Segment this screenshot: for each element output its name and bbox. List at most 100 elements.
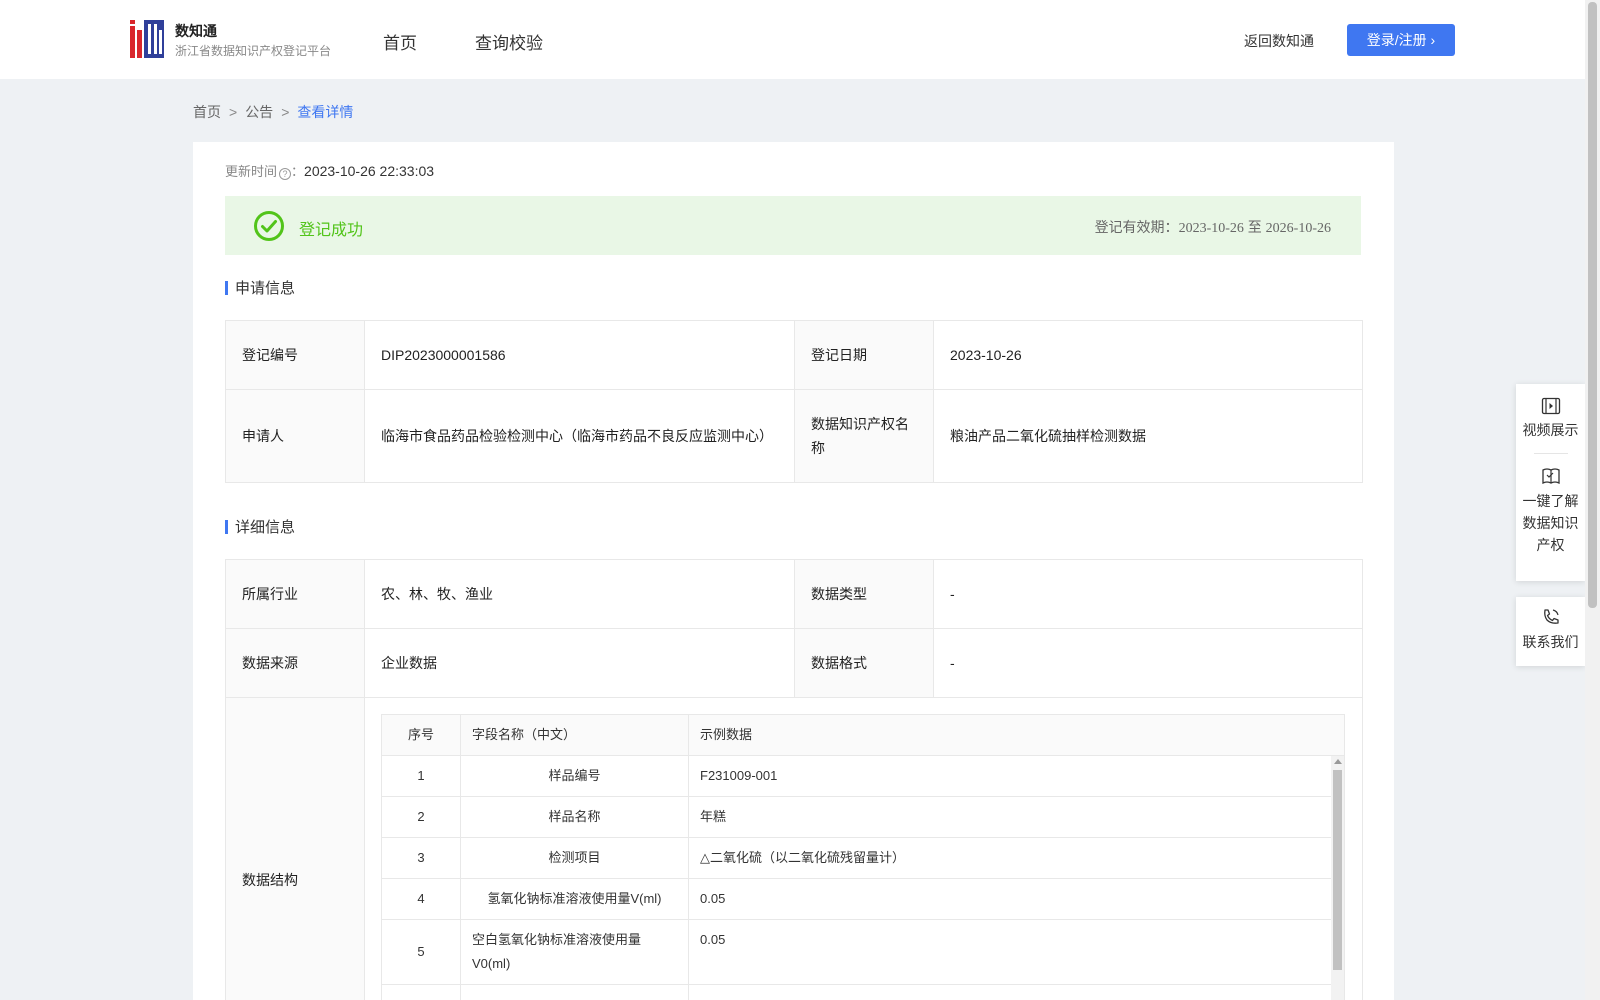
- data-type-value: -: [933, 559, 1363, 629]
- table-row: 4 氢氧化钠标准溶液使用量V(ml) 0.05: [381, 878, 1345, 920]
- table-row: 登记编号 DIP2023000001586 登记日期 2023-10-26: [225, 320, 1363, 390]
- phone-icon: [1543, 609, 1559, 624]
- table-row: 1 样品编号 F231009-001: [381, 755, 1345, 797]
- data-structure-table: 序号 字段名称（中文） 示例数据 1 样品编号 F231009-001 2 样品…: [381, 714, 1345, 1000]
- breadcrumb-separator: >: [229, 104, 238, 120]
- page-scrollbar-thumb[interactable]: [1588, 2, 1597, 608]
- detail-info-title: 详细信息: [225, 516, 295, 537]
- apply-info-title: 申请信息: [225, 277, 295, 298]
- row-field: 空白氢氧化钠标准溶液使用量V0(ml): [460, 919, 689, 985]
- row-field: 氢氧化钠标准溶液使用量V(ml): [460, 878, 689, 920]
- row-example: 0.05: [688, 878, 1345, 920]
- industry-value: 农、林、牧、渔业: [364, 559, 795, 629]
- brand-subtitle: 浙江省数据知识产权登记平台: [175, 44, 332, 58]
- col-header-example: 示例数据: [688, 714, 1345, 756]
- question-icon[interactable]: ?: [279, 168, 292, 180]
- update-time-colon: ：: [291, 164, 305, 179]
- reg-no-label: 登记编号: [225, 320, 365, 390]
- apply-info-table: 登记编号 DIP2023000001586 登记日期 2023-10-26 申请…: [225, 320, 1363, 483]
- book-icon: [1541, 468, 1560, 485]
- scroll-up-arrow-icon[interactable]: [1334, 759, 1342, 764]
- breadcrumb: 首页 > 公告 > 查看详情: [193, 102, 353, 122]
- table-row: 5 空白氢氧化钠标准溶液使用量V0(ml) 0.05: [381, 919, 1345, 985]
- back-to-shuzhitong-link[interactable]: 返回数知通: [1244, 31, 1314, 51]
- reg-date-value: 2023-10-26: [933, 320, 1363, 390]
- validity-period: 登记有效期：2023-10-26 至 2026-10-26: [1095, 217, 1331, 237]
- breadcrumb-announcement[interactable]: 公告: [245, 104, 273, 120]
- divider: [1533, 453, 1568, 454]
- row-field: 样品编号: [460, 755, 689, 797]
- site-logo[interactable]: [130, 20, 164, 58]
- table-row: 所属行业 农、林、牧、渔业 数据类型 -: [225, 559, 1363, 629]
- video-icon: [1541, 397, 1560, 415]
- ip-name-label: 数据知识产权名称: [794, 389, 934, 483]
- update-time-value: 2023-10-26 22:33:03: [304, 163, 435, 179]
- row-field: 样品名称: [460, 796, 689, 838]
- reg-date-label: 登记日期: [794, 320, 934, 390]
- table-row: 2 样品名称 年糕: [381, 796, 1345, 838]
- ip-name-value: 粮油产品二氧化硫抽样检测数据: [933, 389, 1363, 483]
- breadcrumb-home[interactable]: 首页: [193, 104, 221, 120]
- reg-no-value: DIP2023000001586: [364, 320, 795, 390]
- row-field: [460, 984, 689, 1000]
- float-panel-bottom: 联系我们: [1516, 597, 1585, 666]
- learn-ip-button[interactable]: 一键了解数据知识产权: [1516, 466, 1585, 556]
- status-banner: 登记成功 登记有效期：2023-10-26 至 2026-10-26: [225, 196, 1361, 255]
- table-row: 6: [381, 984, 1345, 1000]
- check-circle-icon: [254, 211, 284, 241]
- update-time-label: 更新时间: [225, 164, 278, 179]
- col-header-no: 序号: [381, 714, 461, 756]
- login-register-button[interactable]: 登录/注册 ›: [1347, 24, 1455, 56]
- data-type-label: 数据类型: [794, 559, 934, 629]
- table-header-row: 序号 字段名称（中文） 示例数据: [381, 714, 1345, 756]
- table-row: 申请人 临海市食品药品检验检测中心（临海市药品不良反应监测中心） 数据知识产权名…: [225, 389, 1363, 483]
- nav-home[interactable]: 首页: [383, 29, 417, 54]
- nav-query-verify[interactable]: 查询校验: [475, 29, 543, 54]
- validity-from: 2023-10-26: [1178, 221, 1244, 236]
- row-example: △二氧化硫（以二氧化硫残留量计）: [688, 837, 1345, 879]
- brand-name: 数知通: [175, 23, 217, 39]
- row-no: 1: [381, 755, 461, 797]
- row-example: 年糕: [688, 796, 1345, 838]
- data-source-label: 数据来源: [225, 628, 365, 698]
- learn-ip-label: 一键了解数据知识产权: [1522, 493, 1579, 553]
- scrollbar-thumb[interactable]: [1333, 770, 1342, 970]
- detail-card: 更新时间? ：2023-10-26 22:33:03 登记成功 登记有效期：202…: [193, 142, 1394, 1000]
- applicant-value: 临海市食品药品检验检测中心（临海市药品不良反应监测中心）: [364, 389, 795, 483]
- row-no: 3: [381, 837, 461, 879]
- data-structure-label: 数据结构: [225, 697, 365, 1000]
- data-format-value: -: [933, 628, 1363, 698]
- row-no: 2: [381, 796, 461, 838]
- data-format-label: 数据格式: [794, 628, 934, 698]
- contact-label: 联系我们: [1522, 634, 1579, 650]
- contact-us-button[interactable]: 联系我们: [1516, 607, 1585, 653]
- top-header: 数知通 浙江省数据知识产权登记平台 首页 查询校验 返回数知通 登录/注册 ›: [0, 0, 1585, 79]
- page-scrollbar[interactable]: [1585, 0, 1600, 1000]
- row-example: [688, 984, 1345, 1000]
- breadcrumb-current: 查看详情: [297, 104, 354, 120]
- industry-label: 所属行业: [225, 559, 365, 629]
- row-example: 0.05: [688, 919, 1345, 985]
- table-row: 数据结构 序号 字段名称（中文） 示例数据 1 样品编号 F231009-001…: [225, 697, 1363, 1000]
- validity-to-word: 至: [1247, 219, 1262, 235]
- detail-info-table: 所属行业 农、林、牧、渔业 数据类型 - 数据来源 企业数据 数据格式 - 数据…: [225, 559, 1363, 1000]
- table-row: 数据来源 企业数据 数据格式 -: [225, 628, 1363, 698]
- status-text: 登记成功: [299, 222, 364, 239]
- update-time-row: 更新时间? ：2023-10-26 22:33:03: [225, 161, 434, 180]
- validity-label: 登记有效期：: [1094, 219, 1179, 235]
- video-showcase-button[interactable]: 视频展示: [1516, 397, 1585, 441]
- float-panel-top: 视频展示 一键了解数据知识产权: [1516, 384, 1585, 581]
- applicant-label: 申请人: [225, 389, 365, 483]
- table-scrollbar[interactable]: [1331, 756, 1344, 1000]
- data-source-value: 企业数据: [364, 628, 795, 698]
- video-label: 视频展示: [1522, 422, 1579, 438]
- row-no: 5: [381, 919, 461, 985]
- validity-to: 2026-10-26: [1265, 221, 1331, 236]
- row-no: 4: [381, 878, 461, 920]
- table-row: 3 检测项目 △二氧化硫（以二氧化硫残留量计）: [381, 837, 1345, 879]
- breadcrumb-separator: >: [281, 104, 290, 120]
- row-no: 6: [381, 984, 461, 1000]
- col-header-field: 字段名称（中文）: [460, 714, 689, 756]
- row-field: 检测项目: [460, 837, 689, 879]
- row-example: F231009-001: [688, 755, 1345, 797]
